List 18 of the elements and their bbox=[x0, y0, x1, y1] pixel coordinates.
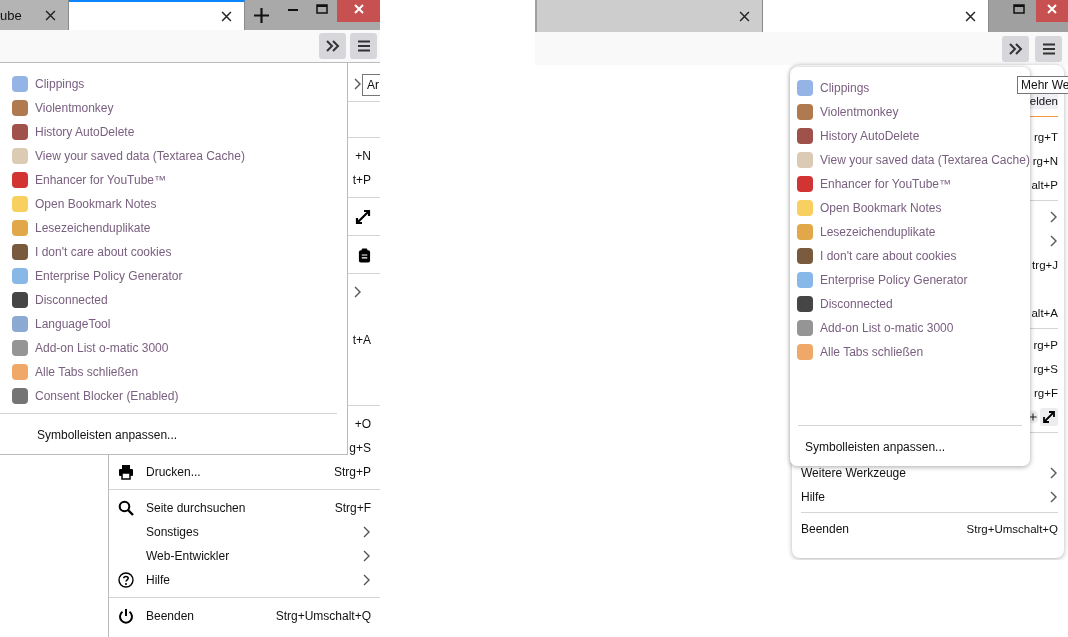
shortcut-label: rg+P bbox=[1033, 339, 1058, 351]
shortcut-label: t+A bbox=[352, 333, 371, 347]
tooltip: Ar bbox=[362, 74, 380, 96]
shortcut-label: alt+A bbox=[1031, 307, 1058, 319]
shortcut-label: rg+N bbox=[1032, 155, 1058, 167]
shortcut-label: +O bbox=[354, 417, 371, 431]
shortcut-label: Strg+Umschalt+Q bbox=[966, 523, 1058, 535]
shortcut-label: rg+T bbox=[1034, 131, 1058, 143]
shortcut-label: t+P bbox=[352, 173, 371, 187]
shortcut-label: trg+J bbox=[1032, 259, 1058, 271]
shortcut-label: rg+F bbox=[1034, 387, 1058, 399]
shortcut-label: g+S bbox=[349, 441, 371, 455]
shortcut-label: alt+P bbox=[1031, 179, 1058, 191]
shortcut-label: Strg+F bbox=[334, 501, 371, 515]
shortcut-label: Strg+Umschalt+Q bbox=[275, 609, 371, 623]
shortcut-label: Strg+P bbox=[333, 465, 371, 479]
shortcut-label: rg+S bbox=[1033, 363, 1058, 375]
shortcut-label: +N bbox=[355, 149, 371, 163]
